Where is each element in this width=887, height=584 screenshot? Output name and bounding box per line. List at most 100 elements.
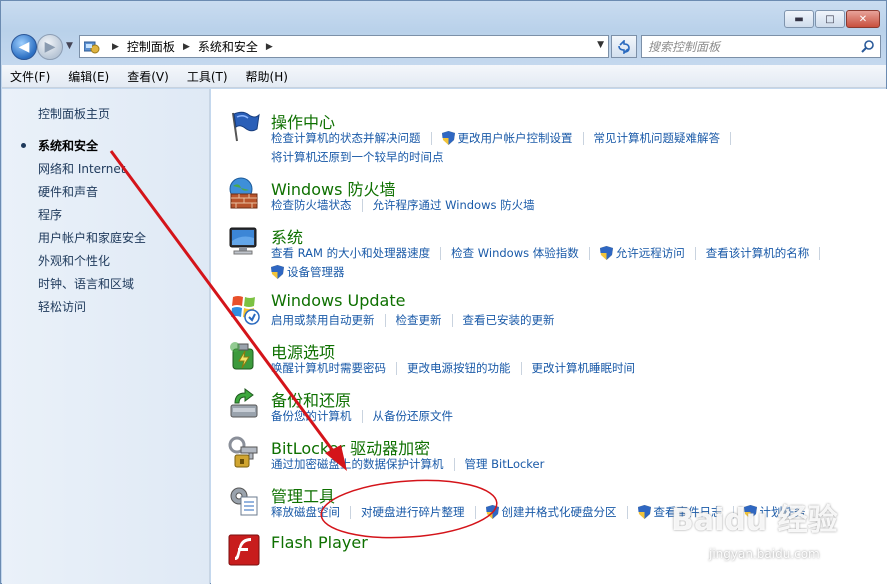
admin-tools-icon bbox=[227, 483, 261, 517]
breadcrumb-arrow-icon[interactable]: ▶ bbox=[112, 42, 119, 52]
link-separator bbox=[361, 198, 363, 212]
sidebar-item-ease-of-access[interactable]: 轻松访问 bbox=[38, 298, 86, 315]
breadcrumb-system-security[interactable]: 系统和安全 bbox=[198, 38, 258, 55]
task-link[interactable]: 更改计算机睡眠时间 bbox=[532, 360, 636, 376]
category-links: 将计算机还原到一个较早的时间点 bbox=[271, 149, 444, 165]
sidebar-item-programs[interactable]: 程序 bbox=[38, 206, 62, 223]
task-link[interactable]: 释放磁盘空间 bbox=[271, 504, 340, 520]
task-link[interactable]: 唤醒计算机时需要密码 bbox=[271, 360, 386, 376]
task-link[interactable]: 检查防火墙状态 bbox=[271, 197, 352, 213]
category-links: 检查计算机的状态并解决问题 更改用户帐户控制设置 常见计算机问题疑难解答 bbox=[271, 130, 741, 146]
link-separator bbox=[730, 131, 731, 145]
uac-shield-icon bbox=[599, 246, 613, 260]
task-link[interactable]: 检查更新 bbox=[396, 312, 442, 328]
category-links: 通过加密磁盘上的数据保护计算机 管理 BitLocker bbox=[271, 456, 544, 472]
task-link[interactable]: 将计算机还原到一个较早的时间点 bbox=[271, 149, 444, 165]
task-link[interactable]: 创建并格式化硬盘分区 bbox=[502, 504, 617, 520]
link-separator bbox=[440, 246, 442, 260]
control-panel-icon bbox=[84, 40, 100, 54]
link-separator bbox=[384, 313, 386, 327]
baidu-watermark-logo: Baidu 经验 bbox=[671, 503, 838, 538]
sidebar-item-home[interactable]: 控制面板主页 bbox=[38, 105, 110, 122]
task-link[interactable]: 对硬盘进行碎片整理 bbox=[361, 504, 465, 520]
caption-buttons: ▬ □ ✕ bbox=[783, 10, 880, 28]
navigation-bar: ◀ ▶ ▼ ▶ 控制面板 ▶ 系统和安全 ▶ ▼ 搜索控制面板 bbox=[9, 32, 881, 62]
category-links: 备份您的计算机 从备份还原文件 bbox=[271, 408, 453, 424]
category-title[interactable]: Windows Update bbox=[271, 291, 405, 310]
task-link[interactable]: 备份您的计算机 bbox=[271, 408, 352, 424]
close-button[interactable]: ✕ bbox=[846, 10, 880, 28]
power-icon bbox=[227, 339, 261, 373]
task-link[interactable]: 通过加密磁盘上的数据保护计算机 bbox=[271, 456, 444, 472]
task-link[interactable]: 查看已安装的更新 bbox=[463, 312, 555, 328]
category-links: 设备管理器 bbox=[271, 264, 345, 280]
address-bar[interactable]: ▶ 控制面板 ▶ 系统和安全 ▶ ▼ bbox=[79, 35, 609, 58]
menu-tools[interactable]: 工具(T) bbox=[185, 68, 230, 85]
task-link[interactable]: 从备份还原文件 bbox=[373, 408, 454, 424]
task-link[interactable]: 常见计算机问题疑难解答 bbox=[594, 130, 721, 146]
maximize-button[interactable]: □ bbox=[815, 10, 845, 28]
current-item-bullet bbox=[21, 143, 26, 148]
windows-update-icon bbox=[227, 291, 261, 325]
link-separator bbox=[520, 361, 522, 375]
task-link[interactable]: 允许远程访问 bbox=[616, 245, 685, 261]
link-separator bbox=[474, 505, 476, 519]
link-separator bbox=[361, 409, 363, 423]
menu-file[interactable]: 文件(F) bbox=[8, 68, 52, 85]
sidebar-item-system-security[interactable]: 系统和安全 bbox=[38, 137, 98, 154]
back-button[interactable]: ◀ bbox=[11, 34, 37, 60]
link-separator bbox=[430, 131, 432, 145]
sidebar-item-clock-language[interactable]: 时钟、语言和区域 bbox=[38, 275, 134, 292]
breadcrumb-arrow-icon[interactable]: ▶ bbox=[266, 42, 273, 52]
baidu-watermark-url: jingyan.baidu.com bbox=[709, 547, 820, 561]
link-separator bbox=[588, 246, 590, 260]
task-link[interactable]: 检查 Windows 体验指数 bbox=[451, 245, 579, 261]
computer-icon bbox=[227, 224, 261, 258]
menu-view[interactable]: 查看(V) bbox=[125, 68, 171, 85]
category-links: 唤醒计算机时需要密码 更改电源按钮的功能 更改计算机睡眠时间 bbox=[271, 360, 635, 376]
recent-pages-dropdown-icon[interactable]: ▼ bbox=[66, 41, 73, 51]
task-link[interactable]: 查看该计算机的名称 bbox=[706, 245, 810, 261]
sidebar-item-network[interactable]: 网络和 Internet bbox=[38, 160, 125, 177]
link-separator bbox=[396, 361, 397, 375]
bitlocker-icon bbox=[227, 435, 261, 469]
forward-button[interactable]: ▶ bbox=[37, 34, 63, 60]
link-separator bbox=[694, 246, 696, 260]
category-links: 检查防火墙状态 允许程序通过 Windows 防火墙 bbox=[271, 197, 535, 213]
category-title[interactable]: Flash Player bbox=[271, 533, 368, 552]
sidebar-item-appearance[interactable]: 外观和个性化 bbox=[38, 252, 110, 269]
search-input[interactable]: 搜索控制面板 bbox=[641, 35, 881, 58]
address-dropdown-icon[interactable]: ▼ bbox=[597, 40, 604, 50]
control-panel-window: ▬ □ ✕ ◀ ▶ ▼ ▶ 控制面板 ▶ 系统和安全 ▶ ▼ 搜索控制面板 文件… bbox=[0, 0, 887, 584]
refresh-icon bbox=[618, 39, 630, 54]
flash-icon bbox=[227, 533, 261, 567]
task-link[interactable]: 管理 BitLocker bbox=[465, 456, 545, 472]
breadcrumb-arrow-icon[interactable]: ▶ bbox=[183, 42, 190, 52]
menu-help[interactable]: 帮助(H) bbox=[244, 68, 290, 85]
minimize-button[interactable]: ▬ bbox=[784, 10, 814, 28]
refresh-button[interactable] bbox=[611, 35, 637, 58]
backup-icon bbox=[227, 387, 261, 421]
category-links: 启用或禁用自动更新 检查更新 查看已安装的更新 bbox=[271, 312, 555, 328]
sidebar: 控制面板主页 系统和安全 网络和 Internet 硬件和声音 程序 用户帐户和… bbox=[2, 89, 210, 584]
menu-bar: 文件(F) 编辑(E) 查看(V) 工具(T) 帮助(H) bbox=[2, 65, 886, 88]
task-link[interactable]: 允许程序通过 Windows 防火墙 bbox=[373, 197, 535, 213]
task-link[interactable]: 检查计算机的状态并解决问题 bbox=[271, 130, 421, 146]
uac-shield-icon bbox=[271, 265, 284, 279]
task-link[interactable]: 启用或禁用自动更新 bbox=[271, 312, 375, 328]
link-separator bbox=[451, 313, 453, 327]
task-link[interactable]: 查看 RAM 的大小和处理器速度 bbox=[271, 245, 430, 261]
task-link[interactable]: 设备管理器 bbox=[287, 264, 345, 280]
uac-shield-icon bbox=[637, 505, 651, 519]
task-link[interactable]: 更改用户帐户控制设置 bbox=[458, 130, 573, 146]
link-separator bbox=[626, 505, 628, 519]
link-separator bbox=[350, 505, 351, 519]
sidebar-item-hardware-sound[interactable]: 硬件和声音 bbox=[38, 183, 98, 200]
firewall-icon bbox=[227, 176, 261, 210]
category-links: 查看 RAM 的大小和处理器速度 检查 Windows 体验指数 允许远程访问 … bbox=[271, 245, 830, 261]
task-link[interactable]: 更改电源按钮的功能 bbox=[407, 360, 511, 376]
search-icon[interactable] bbox=[861, 39, 875, 56]
menu-edit[interactable]: 编辑(E) bbox=[66, 68, 111, 85]
sidebar-item-user-accounts[interactable]: 用户帐户和家庭安全 bbox=[38, 229, 146, 246]
breadcrumb-control-panel[interactable]: 控制面板 bbox=[127, 38, 175, 55]
